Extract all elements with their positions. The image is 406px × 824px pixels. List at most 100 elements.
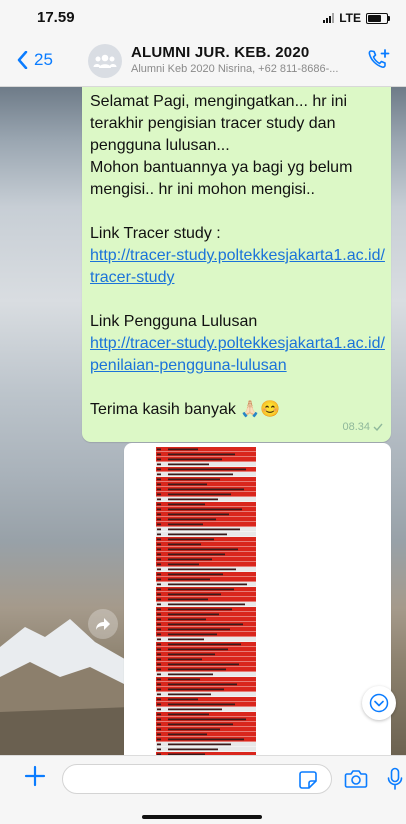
add-call-button[interactable]	[367, 48, 391, 75]
sheet-row-text	[168, 623, 243, 626]
sheet-row-number	[157, 493, 161, 496]
sheet-row-number	[157, 593, 161, 596]
sheet-row-text	[168, 693, 211, 696]
sheet-row-number	[157, 578, 161, 581]
sheet-row-number	[157, 713, 161, 716]
sheet-row-text	[168, 533, 227, 536]
status-indicators: LTE	[323, 11, 390, 25]
sheet-row-number	[157, 633, 161, 636]
sheet-row-text	[168, 603, 245, 606]
home-indicator	[142, 815, 262, 819]
sheet-row-text	[168, 563, 199, 566]
sheet-row-text	[168, 493, 231, 496]
sheet-row-number	[157, 513, 161, 516]
sheet-row-number	[157, 723, 161, 726]
tracer-label: Link Tracer study :	[90, 225, 221, 242]
sheet-row-number	[157, 573, 161, 576]
chat-header: 25 ALUMNI JUR. KEB. 2020 Alumni Keb 2020…	[0, 34, 406, 87]
sheet-row-text	[168, 658, 202, 661]
sheet-row-text	[168, 588, 234, 591]
sheet-row-number	[157, 478, 161, 481]
sheet-row-number	[157, 568, 161, 571]
sheet-row-number	[157, 618, 161, 621]
sheet-row-text	[168, 553, 225, 556]
sheet-row-number	[157, 453, 161, 456]
sheet-row-text	[168, 648, 228, 651]
sheet-row-text	[168, 618, 206, 621]
camera-button[interactable]	[344, 769, 368, 794]
chat-subtitle[interactable]: Alumni Keb 2020 Nisrina, +62 811-8686-..…	[131, 63, 369, 75]
sheet-row-text	[168, 538, 214, 541]
sheet-row-number	[157, 463, 161, 466]
scroll-down-button[interactable]	[362, 686, 396, 720]
message-input[interactable]	[62, 764, 332, 794]
sheet-row-text	[168, 478, 220, 481]
group-avatar-icon[interactable]	[88, 44, 122, 78]
sheet-row-text	[168, 663, 239, 666]
sheet-row-text	[168, 698, 198, 701]
sheet-row-text	[168, 628, 230, 631]
mic-button[interactable]	[387, 767, 403, 796]
sheet-row-number	[157, 563, 161, 566]
sheet-row-number	[157, 643, 161, 646]
attach-button[interactable]	[24, 765, 46, 792]
sheet-row-text	[168, 713, 209, 716]
sheet-row-number	[157, 583, 161, 586]
scroll-down-icon	[369, 693, 389, 713]
forward-button[interactable]	[88, 609, 118, 639]
pengguna-lulusan-link[interactable]: http://tracer-study.poltekkesjakarta1.ac…	[90, 335, 385, 374]
sheet-row-text	[168, 633, 217, 636]
unread-count: 25	[34, 50, 53, 69]
back-button[interactable]: 25	[17, 50, 53, 70]
sheet-row-text	[168, 513, 229, 516]
message-bubble[interactable]: Selamat Pagi, mengingatkan... hr ini ter…	[82, 87, 391, 442]
plus-icon	[24, 765, 46, 787]
sheet-row-text	[168, 558, 212, 561]
sheet-row-number	[157, 503, 161, 506]
network-label: LTE	[339, 11, 361, 25]
sheet-row-text	[168, 728, 220, 731]
sheet-row-text	[168, 673, 213, 676]
closing-text: Terima kasih banyak 🙏🏻😊	[90, 401, 281, 418]
sheet-row-text	[168, 468, 246, 471]
image-message[interactable]	[124, 443, 391, 755]
sheet-row-number	[157, 508, 161, 511]
chat-title[interactable]: ALUMNI JUR. KEB. 2020	[131, 44, 309, 61]
sheet-row-text	[168, 598, 208, 601]
sheet-row-number	[157, 598, 161, 601]
sheet-row-text	[168, 733, 207, 736]
sticker-button[interactable]	[298, 770, 318, 795]
sheet-row-text	[168, 738, 244, 741]
sheet-row-number	[157, 548, 161, 551]
pengguna-label: Link Pengguna Lulusan	[90, 313, 258, 330]
sheet-row-number	[157, 468, 161, 471]
sheet-row-number	[157, 613, 161, 616]
sheet-row-number	[157, 458, 161, 461]
sheet-row-text	[168, 653, 215, 656]
sheet-row-number	[157, 653, 161, 656]
sheet-row-number	[157, 483, 161, 486]
sheet-row-text	[168, 503, 205, 506]
sheet-row-number	[157, 658, 161, 661]
tracer-study-link[interactable]: http://tracer-study.poltekkesjakarta1.ac…	[90, 247, 385, 286]
message-meta: 08.34	[342, 421, 383, 433]
sheet-row-text	[168, 483, 207, 486]
sheet-row-number	[157, 663, 161, 666]
sheet-row-text	[168, 718, 246, 721]
sheet-row-number	[157, 748, 161, 751]
sheet-row-number	[157, 628, 161, 631]
sheet-row-text	[168, 743, 231, 746]
chat-area[interactable]: Selamat Pagi, mengingatkan... hr ini ter…	[0, 87, 406, 755]
camera-icon	[344, 770, 368, 788]
sheet-row-text	[168, 643, 241, 646]
sheet-row-text	[168, 573, 223, 576]
sheet-row-text	[168, 723, 233, 726]
back-chevron-icon	[17, 51, 28, 69]
sheet-row-number	[157, 538, 161, 541]
message-line2: Mohon bantuannya ya bagi yg belum mengis…	[90, 159, 353, 198]
sheet-row-number	[157, 698, 161, 701]
sheet-row-number	[157, 498, 161, 501]
sheet-row-number	[157, 673, 161, 676]
sheet-row-number	[157, 533, 161, 536]
sheet-row-number	[157, 603, 161, 606]
